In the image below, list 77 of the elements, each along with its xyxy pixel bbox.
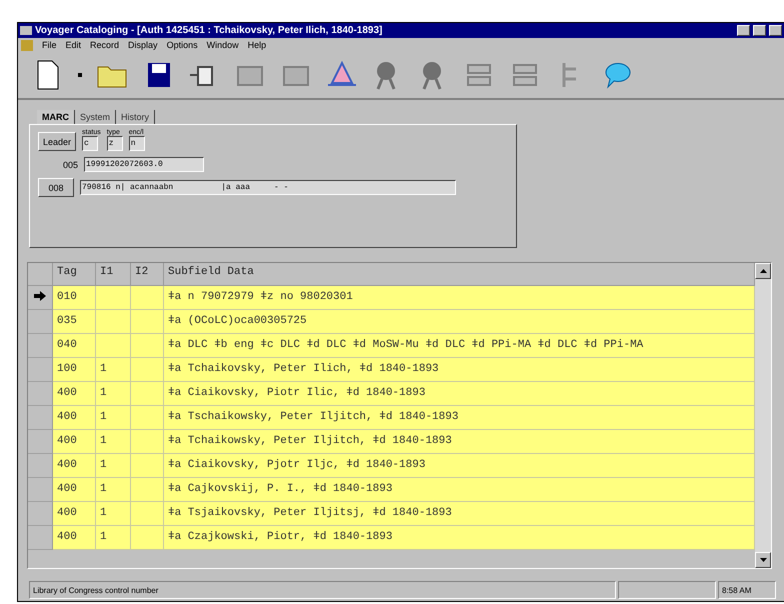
table-cell: [131, 286, 164, 310]
table-cell: [131, 358, 164, 382]
window-title: Voyager Cataloging - [Auth 1425451 : Tchaikovsky, Peter Ilich, 1840-1893]: [35, 25, 384, 36]
table-cell: 1: [96, 502, 131, 526]
table-cell: ǂa Cajkovskij, P. I., ǂd 1840-1893: [164, 478, 755, 502]
menu-item[interactable]: File: [42, 40, 57, 50]
table-cell: 400: [53, 382, 96, 406]
scroll-down-button[interactable]: [755, 552, 771, 568]
table-cell: 1: [96, 406, 131, 430]
table-cell: 010: [53, 286, 96, 310]
table-cell: ǂa Ciaikovsky, Piotr Ilic, ǂd 1840-1893: [164, 382, 755, 406]
row-selector[interactable]: [28, 286, 53, 310]
table-cell: 1: [96, 358, 131, 382]
table-cell: ǂa Ciaikovsky, Pjotr Iljc, ǂd 1840-1893: [164, 454, 755, 478]
table-cell: [131, 334, 164, 358]
input-field[interactable]: z: [106, 136, 123, 151]
input-field[interactable]: n: [128, 136, 145, 151]
table-cell: 400: [53, 430, 96, 454]
current-row-arrow-icon: [34, 291, 46, 301]
table-cell: 1: [96, 526, 131, 550]
column-header: Subfield Data: [164, 263, 755, 286]
table-cell: [131, 454, 164, 478]
table-cell: ǂa Tsjaikovsky, Peter Iljitsj, ǂd 1840-1893: [164, 502, 755, 526]
menu-item[interactable]: Window: [206, 40, 239, 50]
table-cell: [131, 406, 164, 430]
menu-item[interactable]: Options: [166, 40, 198, 50]
table-cell: [131, 526, 164, 550]
table-cell: ǂa DLC ǂb eng ǂc DLC ǂd DLC ǂd MoSW-Mu ǂd DLC ǂd PPi-MA ǂd DLC ǂd PPi-MA: [164, 334, 755, 358]
status-time: 8:58 AM: [718, 581, 776, 599]
input-field[interactable]: 790816 n| acannaabn |a aaa - -: [80, 180, 456, 195]
table-cell: [131, 478, 164, 502]
table-cell: ǂa Tchaikowsky, Peter Iljitch, ǂd 1840-1893: [164, 430, 755, 454]
status-message: Library of Congress control number: [29, 581, 616, 599]
table-cell: 100: [53, 358, 96, 382]
table-cell: ǂa (OCoLC)oca00305725: [164, 310, 755, 334]
minimize-button[interactable]: [737, 25, 750, 36]
table-cell: [96, 286, 131, 310]
table-cell: ǂa Tchaikovsky, Peter Ilich, ǂd 1840-1893: [164, 358, 755, 382]
menu-item[interactable]: Help: [248, 40, 266, 50]
table-cell: [96, 310, 131, 334]
table-cell: 1: [96, 382, 131, 406]
table-cell: [131, 430, 164, 454]
column-header: I2: [131, 263, 164, 286]
table-cell: [131, 382, 164, 406]
table-cell: 400: [53, 406, 96, 430]
scroll-up-button[interactable]: [755, 263, 771, 279]
field-008-button[interactable]: 008: [38, 178, 74, 197]
down-arrow-icon: [760, 558, 766, 562]
table-cell: 040: [53, 334, 96, 358]
table-cell: 1: [96, 430, 131, 454]
table-cell: [131, 310, 164, 334]
table-cell: ǂa Tschaikowsky, Peter Iljitch, ǂd 1840-1893: [164, 406, 755, 430]
table-cell: [96, 334, 131, 358]
leader-button[interactable]: Leader: [38, 132, 76, 151]
table-cell: 400: [53, 454, 96, 478]
close-button[interactable]: [769, 25, 782, 36]
up-arrow-icon: [760, 269, 766, 273]
column-header: Tag: [53, 263, 96, 286]
scrollbar[interactable]: [755, 263, 771, 568]
table-cell: [131, 502, 164, 526]
menu-item[interactable]: Record: [90, 40, 120, 50]
maximize-button[interactable]: [753, 25, 766, 36]
table-cell: 400: [53, 502, 96, 526]
menu-item[interactable]: Display: [128, 40, 158, 50]
table-cell: 400: [53, 526, 96, 550]
input-field[interactable]: c: [82, 136, 98, 151]
table-cell: ǂa n 79072979 ǂz no 98020301: [164, 286, 755, 310]
field-label: 005: [62, 160, 78, 170]
table-cell: 035: [53, 310, 96, 334]
table-cell: 1: [96, 454, 131, 478]
column-header: I1: [96, 263, 131, 286]
table-cell: 400: [53, 478, 96, 502]
tab[interactable]: MARC: [37, 110, 75, 124]
menu-item[interactable]: Edit: [66, 40, 82, 50]
table-cell: ǂa Czajkowski, Piotr, ǂd 1840-1893: [164, 526, 755, 550]
input-field[interactable]: 19991202072603.0: [84, 157, 204, 172]
table-cell: 1: [96, 478, 131, 502]
